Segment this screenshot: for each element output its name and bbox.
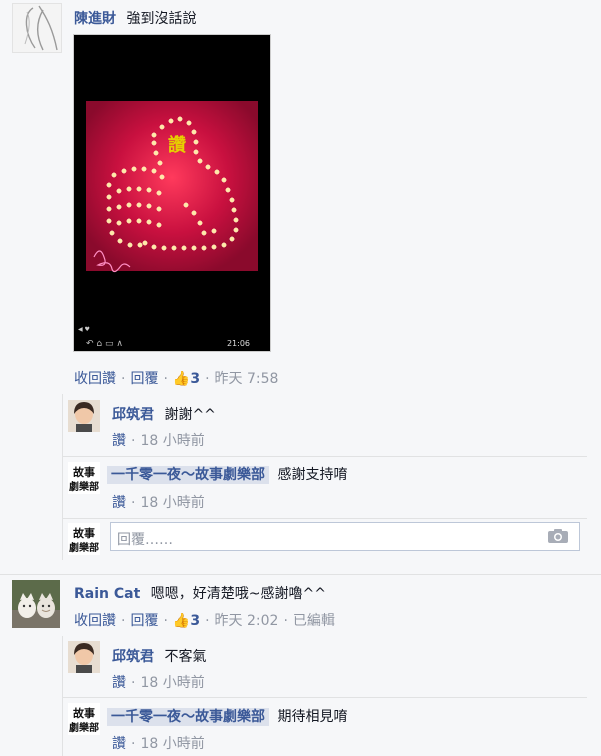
reply-link[interactable]: 回覆 xyxy=(130,371,158,387)
reply-time-num[interactable]: 18 xyxy=(140,675,158,691)
camera-icon[interactable] xyxy=(547,528,569,548)
reply-author-page[interactable]: 一千零一夜～故事劇樂部 xyxy=(107,466,269,484)
reply-text: 謝謝^^ xyxy=(164,407,216,423)
reply-divider xyxy=(62,456,587,457)
reply-time-unit[interactable]: 小時前 xyxy=(163,495,205,511)
page-logo: 故事 劇樂部 xyxy=(68,703,100,735)
reply-time-num[interactable]: 18 xyxy=(140,433,158,449)
reply-divider xyxy=(62,518,587,519)
svg-text:↶ ⌂ ▭ ∧: ↶ ⌂ ▭ ∧ xyxy=(86,339,123,349)
reply-time-unit[interactable]: 小時前 xyxy=(163,736,205,752)
timestamp-time[interactable]: 2:02 xyxy=(247,613,278,629)
comment-author[interactable]: 陳進財 xyxy=(74,11,116,27)
svg-text:劇樂部: 劇樂部 xyxy=(69,480,99,493)
svg-text:劇樂部: 劇樂部 xyxy=(69,541,99,554)
like-thumb-icon: 👍 xyxy=(172,613,191,629)
svg-text:劇樂部: 劇樂部 xyxy=(69,721,99,734)
avatar-photo xyxy=(68,641,100,673)
comment-photo[interactable]: 讚 ◀ ♥ ↶ ⌂ ▭ ∧ 21:06 xyxy=(73,34,271,352)
reply-time-unit[interactable]: 小時前 xyxy=(163,675,205,691)
reply-text: 感謝支持唷 xyxy=(277,467,348,483)
reply-author[interactable]: 邱筑君 xyxy=(112,649,154,665)
like-link[interactable]: 讚 xyxy=(112,736,126,752)
comment-2-actions: 收回讚 · 回覆 · 👍3 · 昨天 2:02 · 已編輯 xyxy=(74,613,335,629)
comment-1-header: 陳進財 強到沒話說 xyxy=(74,8,196,28)
reply-input[interactable]: 回覆…… xyxy=(110,522,580,551)
photo-label: 讚 xyxy=(168,134,186,156)
reply-divider xyxy=(62,697,587,698)
svg-text:故事: 故事 xyxy=(73,465,95,479)
avatar-illustration xyxy=(13,4,61,52)
likes-count[interactable]: 👍3 xyxy=(173,613,200,629)
avatar-photo xyxy=(68,400,100,432)
like-link[interactable]: 讚 xyxy=(112,675,126,691)
comment-text: 嗯嗯，好清楚哦~感謝嚕^^ xyxy=(150,586,326,602)
svg-text:故事: 故事 xyxy=(73,706,95,720)
comment-1-actions: 收回讚 · 回覆 · 👍3 · 昨天 7:58 xyxy=(74,371,279,387)
avatar-reply-author[interactable] xyxy=(68,641,100,673)
reply-author-page[interactable]: 一千零一夜～故事劇樂部 xyxy=(107,708,269,726)
timestamp-day: 昨天 xyxy=(214,371,243,387)
edited-label[interactable]: 已編輯 xyxy=(293,613,335,629)
avatar-page[interactable]: 故事 劇樂部 xyxy=(68,703,100,735)
cats-photo xyxy=(12,580,60,628)
comment-author[interactable]: Rain Cat xyxy=(74,586,140,602)
reply-time-num[interactable]: 18 xyxy=(140,495,158,511)
avatar-reply-author[interactable] xyxy=(68,400,100,432)
reply-text: 不客氣 xyxy=(164,649,207,665)
reply-time-num[interactable]: 18 xyxy=(140,736,158,752)
page-logo: 故事 劇樂部 xyxy=(68,523,100,555)
unlike-link[interactable]: 收回讚 xyxy=(74,613,116,629)
timestamp-time[interactable]: 7:58 xyxy=(247,371,278,387)
svg-text:◀ ♥: ◀ ♥ xyxy=(78,326,90,333)
like-link[interactable]: 讚 xyxy=(112,433,126,449)
avatar-page[interactable]: 故事 劇樂部 xyxy=(68,523,100,555)
page-logo: 故事 劇樂部 xyxy=(68,462,100,494)
svg-text:故事: 故事 xyxy=(73,526,95,540)
avatar-commenter-1[interactable] xyxy=(12,3,62,53)
photo-status-time: 21:06 xyxy=(227,339,250,348)
reply-time-unit[interactable]: 小時前 xyxy=(163,433,205,449)
like-thumb-icon: 👍 xyxy=(172,371,191,387)
reply-input-placeholder: 回覆…… xyxy=(117,532,173,548)
comment-divider xyxy=(0,574,601,575)
reply-text: 期待相見唷 xyxy=(277,709,348,725)
likes-count[interactable]: 👍3 xyxy=(173,371,200,387)
timestamp-day: 昨天 xyxy=(214,613,243,629)
comment-text: 強到沒話說 xyxy=(126,11,197,27)
reply-author[interactable]: 邱筑君 xyxy=(112,407,154,423)
avatar-page[interactable]: 故事 劇樂部 xyxy=(68,462,100,494)
like-link[interactable]: 讚 xyxy=(112,495,126,511)
unlike-link[interactable]: 收回讚 xyxy=(74,371,116,387)
thumbs-up-photo: 讚 ◀ ♥ ↶ ⌂ ▭ ∧ 21:06 xyxy=(74,101,270,351)
reply-link[interactable]: 回覆 xyxy=(130,613,158,629)
avatar-commenter-2[interactable] xyxy=(12,580,60,628)
